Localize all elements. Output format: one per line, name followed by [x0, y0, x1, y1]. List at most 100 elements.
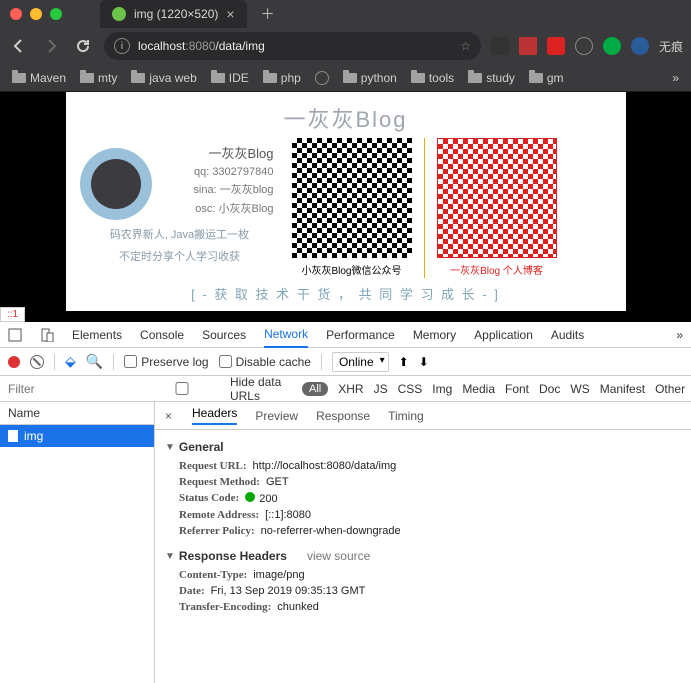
device-icon[interactable] — [40, 328, 54, 342]
subtab-headers[interactable]: Headers — [192, 406, 237, 425]
osc-line: osc: 小灰灰Blog — [160, 200, 274, 216]
search-icon[interactable]: 🔍 — [86, 353, 103, 370]
bookmark-star-icon[interactable]: ☆ — [460, 39, 471, 53]
minimize-window-button[interactable] — [30, 8, 42, 20]
card-title: 一灰灰Blog — [80, 102, 612, 134]
content-type-value: image/png — [253, 569, 304, 581]
filter-js[interactable]: JS — [374, 382, 388, 396]
tagline-1: 码农界新人, Java搬运工一枚 — [80, 226, 280, 242]
filter-ws[interactable]: WS — [570, 382, 589, 396]
forward-button[interactable] — [40, 35, 62, 57]
request-row[interactable]: img — [0, 425, 154, 447]
filter-media[interactable]: Media — [462, 382, 495, 396]
close-tab-button[interactable]: × — [226, 6, 234, 22]
close-detail-button[interactable]: × — [165, 409, 172, 423]
bookmark-folder[interactable]: Maven — [12, 71, 66, 85]
filter-other[interactable]: Other — [655, 382, 685, 396]
new-tab-button[interactable]: ＋ — [261, 4, 275, 24]
tab-performance[interactable]: Performance — [326, 323, 395, 347]
devtools-panel: Elements Console Sources Network Perform… — [0, 322, 691, 683]
preserve-log-checkbox[interactable]: Preserve log — [124, 355, 208, 369]
tab-application[interactable]: Application — [474, 323, 533, 347]
date-label: Date: — [179, 585, 205, 597]
network-filter-row: Hide data URLs All XHR JS CSS Img Media … — [0, 376, 691, 402]
bookmark-item[interactable] — [315, 71, 329, 85]
extension-icon[interactable] — [603, 37, 621, 55]
bookmark-label: java web — [149, 71, 196, 85]
record-button[interactable] — [8, 356, 20, 368]
folder-icon — [263, 73, 277, 83]
hide-data-urls-checkbox[interactable]: Hide data URLs — [138, 375, 292, 403]
view-source-link[interactable]: view source — [307, 549, 370, 563]
remote-address-value: [::1]:8080 — [265, 509, 311, 521]
bookmark-label: python — [361, 71, 397, 85]
filter-doc[interactable]: Doc — [539, 382, 560, 396]
tab-memory[interactable]: Memory — [413, 323, 456, 347]
address-bar[interactable]: i localhost:8080/data/img ☆ — [104, 32, 481, 60]
folder-icon — [12, 73, 26, 83]
site-info-icon[interactable]: i — [114, 38, 130, 54]
filter-icon[interactable]: ⬙ — [65, 353, 76, 370]
throttling-select[interactable]: Online — [332, 352, 389, 372]
avatar — [80, 148, 152, 220]
extension-icons — [491, 37, 649, 55]
maximize-window-button[interactable] — [50, 8, 62, 20]
tab-console[interactable]: Console — [140, 323, 184, 347]
bookmarks-overflow-button[interactable]: » — [672, 71, 679, 85]
tab-network[interactable]: Network — [264, 322, 308, 348]
tab-sources[interactable]: Sources — [202, 323, 246, 347]
triangle-down-icon: ▼ — [165, 551, 175, 562]
reload-button[interactable] — [72, 35, 94, 57]
name-column-header[interactable]: Name — [0, 402, 154, 425]
preserve-log-label: Preserve log — [141, 355, 208, 369]
bookmark-label: study — [486, 71, 515, 85]
browser-tab[interactable]: img (1220×520) × — [100, 0, 247, 28]
subtab-response[interactable]: Response — [316, 409, 370, 423]
filter-all[interactable]: All — [302, 382, 328, 396]
filter-manifest[interactable]: Manifest — [600, 382, 645, 396]
status-dot-icon — [245, 492, 255, 502]
filter-img[interactable]: Img — [432, 382, 452, 396]
back-button[interactable] — [8, 35, 30, 57]
filter-xhr[interactable]: XHR — [338, 382, 363, 396]
bookmark-folder[interactable]: study — [468, 71, 515, 85]
qr-wechat — [292, 138, 412, 258]
subtab-timing[interactable]: Timing — [388, 409, 424, 423]
bookmark-folder[interactable]: java web — [131, 71, 196, 85]
extension-icon[interactable] — [575, 37, 593, 55]
download-icon[interactable]: ⬇ — [419, 355, 429, 369]
inspect-icon[interactable] — [8, 328, 22, 342]
date-value: Fri, 13 Sep 2019 09:35:13 GMT — [211, 585, 366, 597]
upload-icon[interactable]: ⬆ — [399, 355, 409, 369]
subtab-preview[interactable]: Preview — [255, 409, 298, 423]
folder-icon — [131, 73, 145, 83]
bookmark-folder[interactable]: IDE — [211, 71, 249, 85]
bookmark-folder[interactable]: tools — [411, 71, 454, 85]
globe-icon — [315, 71, 329, 85]
window-titlebar: img (1220×520) × ＋ — [0, 0, 691, 28]
extension-icon[interactable] — [491, 37, 509, 55]
devtools-overflow-button[interactable]: » — [676, 328, 683, 342]
close-window-button[interactable] — [10, 8, 22, 20]
clear-button[interactable] — [30, 355, 44, 369]
extension-icon[interactable] — [631, 37, 649, 55]
bookmark-folder[interactable]: php — [263, 71, 301, 85]
filter-css[interactable]: CSS — [398, 382, 423, 396]
tab-elements[interactable]: Elements — [72, 323, 122, 347]
response-headers-section-header[interactable]: ▼Response Headersview source — [165, 549, 681, 563]
filter-input[interactable] — [8, 382, 128, 396]
filter-font[interactable]: Font — [505, 382, 529, 396]
general-section-header[interactable]: ▼General — [165, 440, 681, 454]
tab-audits[interactable]: Audits — [551, 323, 584, 347]
request-detail-panel: × Headers Preview Response Timing ▼Gener… — [155, 402, 691, 683]
extension-icon[interactable] — [519, 37, 537, 55]
bookmark-folder[interactable]: python — [343, 71, 397, 85]
browser-toolbar: i localhost:8080/data/img ☆ 无痕 — [0, 28, 691, 64]
blog-name: 一灰灰Blog — [160, 143, 280, 162]
bookmark-folder[interactable]: mty — [80, 71, 117, 85]
disable-cache-checkbox[interactable]: Disable cache — [219, 355, 311, 369]
adblock-icon[interactable] — [547, 37, 565, 55]
disable-cache-label: Disable cache — [236, 355, 311, 369]
bookmark-folder[interactable]: gm — [529, 71, 564, 85]
status-code-label: Status Code: — [179, 492, 239, 505]
